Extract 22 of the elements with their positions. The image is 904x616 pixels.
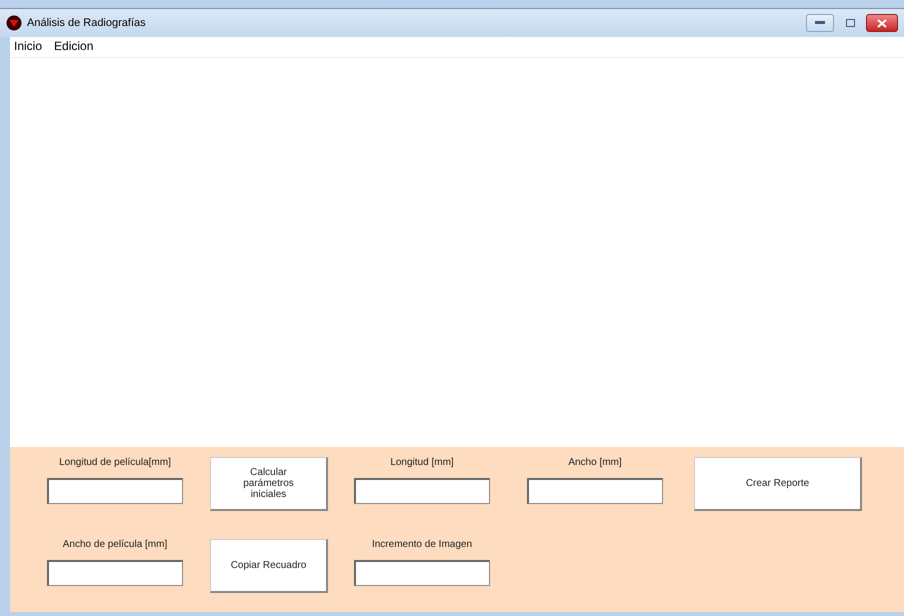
- action-button[interactable]: Calcular parámetros iniciales: [210, 457, 328, 511]
- menu-item[interactable]: Inicio: [14, 39, 42, 53]
- restore-icon: [846, 19, 854, 27]
- action-button[interactable]: Crear Reporte: [694, 457, 862, 511]
- app-icon: [6, 15, 22, 31]
- window-title: Análisis de Radiografías: [27, 17, 146, 29]
- field-label: Ancho [mm]: [568, 457, 622, 468]
- input-field[interactable]: [354, 478, 490, 504]
- close-button[interactable]: [866, 14, 898, 32]
- field-label: Incremento de Imagen: [372, 539, 472, 550]
- minimize-button[interactable]: [806, 14, 834, 32]
- field-label: Longitud de película[mm]: [59, 457, 171, 468]
- action-button[interactable]: Copiar Recuadro: [210, 539, 328, 593]
- field-label: Longitud [mm]: [390, 457, 454, 468]
- input-field[interactable]: [527, 478, 663, 504]
- minimize-icon: [815, 21, 825, 25]
- input-field[interactable]: [354, 560, 490, 586]
- field-label: Ancho de película [mm]: [62, 539, 168, 550]
- menu-item[interactable]: Edicion: [54, 39, 94, 53]
- input-field[interactable]: [47, 560, 183, 586]
- close-icon: [877, 18, 887, 28]
- input-field[interactable]: [47, 478, 183, 504]
